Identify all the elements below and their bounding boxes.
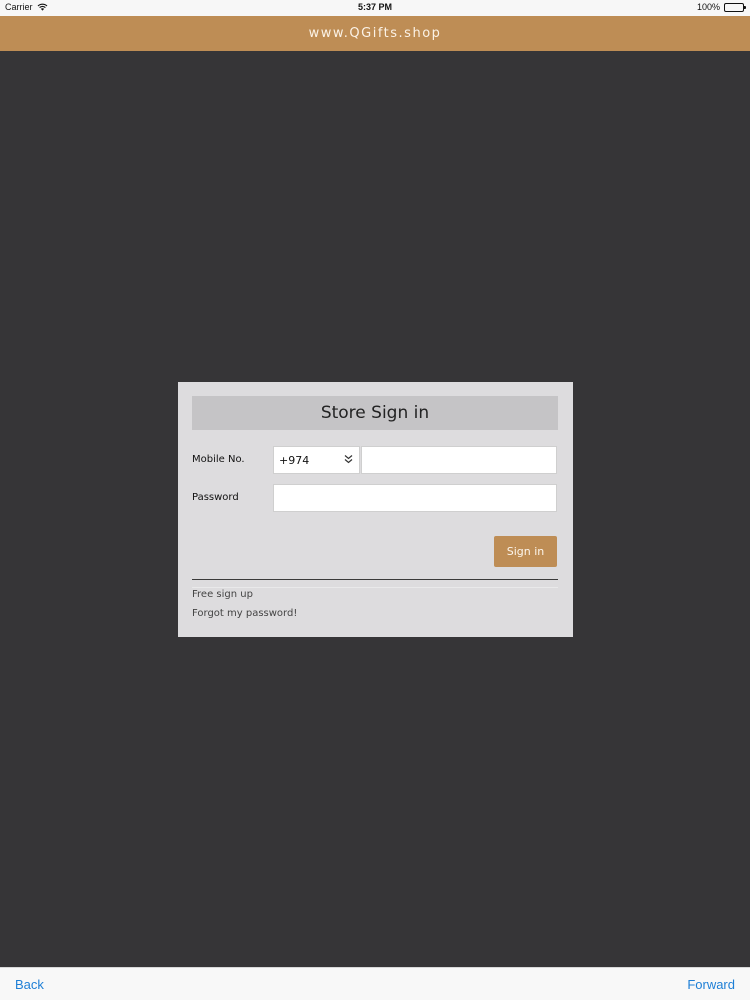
status-bar: Carrier 5:37 PM 100%	[0, 0, 750, 16]
double-chevron-down-icon	[344, 454, 353, 467]
mobile-number-input[interactable]	[361, 446, 557, 474]
signin-card: Store Sign in Mobile No. +974 Password S…	[178, 382, 573, 637]
free-signup-link[interactable]: Free sign up	[192, 589, 253, 600]
forward-button[interactable]: Forward	[687, 977, 735, 992]
country-code-select[interactable]: +974	[273, 446, 360, 474]
password-label: Password	[192, 492, 239, 503]
site-title: www.QGifts.shop	[308, 26, 442, 41]
signin-title-bar: Store Sign in	[192, 396, 558, 430]
battery-percentage: 100%	[696, 2, 720, 12]
bottom-toolbar: Back Forward	[0, 967, 750, 1000]
divider	[192, 579, 558, 580]
divider-light	[192, 587, 558, 588]
battery-icon	[724, 2, 746, 12]
signin-title: Store Sign in	[320, 403, 430, 423]
signin-button[interactable]: Sign in	[494, 536, 557, 567]
password-input[interactable]	[273, 484, 557, 512]
forgot-password-link[interactable]: Forgot my password!	[192, 608, 297, 619]
back-button[interactable]: Back	[15, 977, 44, 992]
status-time: 5:37 PM	[357, 2, 392, 12]
country-code-value: +974	[279, 453, 310, 467]
mobile-label: Mobile No.	[192, 454, 245, 465]
status-right: 100%	[696, 2, 746, 12]
site-header: www.QGifts.shop	[0, 16, 750, 51]
